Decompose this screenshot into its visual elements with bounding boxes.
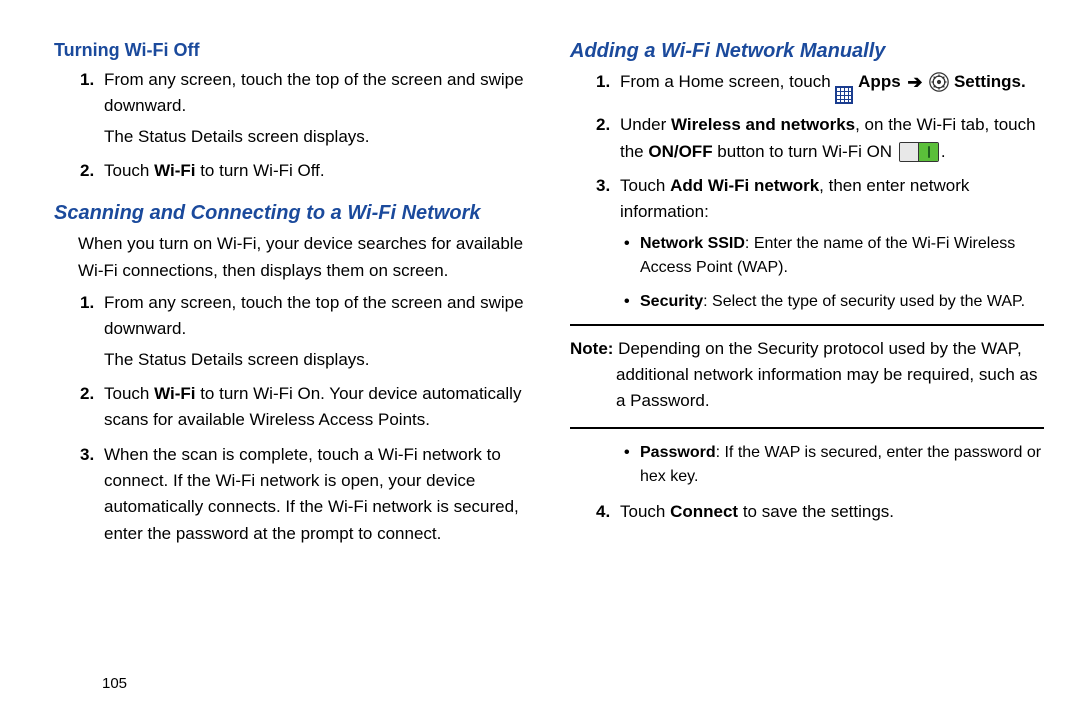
connect-label: Connect xyxy=(670,502,738,521)
heading-turning-wifi-off: Turning Wi-Fi Off xyxy=(54,40,528,61)
t-a: Touch xyxy=(620,502,670,521)
step-1: From any screen, touch the top of the sc… xyxy=(104,290,528,373)
step-text: From any screen, touch the top of the sc… xyxy=(104,70,524,115)
settings-label: Settings. xyxy=(954,72,1026,91)
onoff-label: ON/OFF xyxy=(648,142,712,161)
step-3: Touch Add Wi-Fi network, then enter netw… xyxy=(620,173,1044,314)
t-a: Touch xyxy=(620,176,670,195)
step-4: Touch Connect to save the settings. xyxy=(620,499,1044,525)
step-1: From any screen, touch the top of the sc… xyxy=(104,67,528,150)
step-text-a: Touch xyxy=(104,384,154,403)
wifi-label: Wi-Fi xyxy=(154,161,195,180)
heading-scanning: Scanning and Connecting to a Wi-Fi Netwo… xyxy=(54,202,528,225)
ssid-label: Network SSID xyxy=(640,235,745,252)
t-a: Under xyxy=(620,115,671,134)
t-c: to save the settings. xyxy=(738,502,894,521)
steps-turning-off: From any screen, touch the top of the sc… xyxy=(54,67,528,184)
note-body: Depending on the Security protocol used … xyxy=(613,339,1037,411)
step-text-c: to turn Wi-Fi Off. xyxy=(195,161,324,180)
step-1: From a Home screen, touch Apps ➔ Setting… xyxy=(620,69,1044,104)
left-column: Turning Wi-Fi Off From any screen, touch… xyxy=(54,40,528,555)
note-label: Note: xyxy=(570,339,613,358)
wifi-label: Wi-Fi xyxy=(154,384,195,403)
apps-label: Apps xyxy=(858,72,905,91)
network-info-bullets: Network SSID: Enter the name of the Wi-F… xyxy=(620,232,1044,314)
step-2: Under Wireless and networks, on the Wi-F… xyxy=(620,112,1044,165)
two-column-layout: Turning Wi-Fi Off From any screen, touch… xyxy=(54,40,1044,555)
security-label: Security xyxy=(640,293,703,310)
bullet-ssid: Network SSID: Enter the name of the Wi-F… xyxy=(640,232,1044,280)
t-e: button to turn Wi-Fi ON xyxy=(713,142,897,161)
add-wifi-network-label: Add Wi-Fi network xyxy=(670,176,819,195)
step-2: Touch Wi-Fi to turn Wi-Fi Off. xyxy=(104,158,528,184)
step-text: When the scan is complete, touch a Wi-Fi… xyxy=(104,445,519,543)
heading-adding-manually: Adding a Wi-Fi Network Manually xyxy=(570,40,1044,63)
step-text-a: From a Home screen, touch xyxy=(620,72,835,91)
steps-adding-cont: Touch Connect to save the settings. xyxy=(570,499,1044,525)
bullet-security: Security: Select the type of security us… xyxy=(640,290,1044,314)
step-sub: The Status Details screen displays. xyxy=(104,347,528,373)
security-desc: : Select the type of security used by th… xyxy=(703,293,1025,310)
password-bullet-list: Password: If the WAP is secured, enter t… xyxy=(570,441,1044,489)
step-sub: The Status Details screen displays. xyxy=(104,124,528,150)
step-text-a: Touch xyxy=(104,161,154,180)
note-block: Note: Depending on the Security protocol… xyxy=(570,324,1044,429)
password-label: Password xyxy=(640,444,716,461)
steps-adding: From a Home screen, touch Apps ➔ Setting… xyxy=(570,69,1044,314)
scan-intro: When you turn on Wi-Fi, your device sear… xyxy=(78,231,528,284)
arrow-icon: ➔ xyxy=(907,69,922,97)
step-text: From any screen, touch the top of the sc… xyxy=(104,293,524,338)
step-3: When the scan is complete, touch a Wi-Fi… xyxy=(104,442,528,547)
steps-scanning: From any screen, touch the top of the sc… xyxy=(54,290,528,547)
step-2: Touch Wi-Fi to turn Wi-Fi On. Your devic… xyxy=(104,381,528,434)
t-f: . xyxy=(941,142,946,161)
apps-icon xyxy=(835,86,853,104)
manual-page: Turning Wi-Fi Off From any screen, touch… xyxy=(0,0,1080,720)
page-number: 105 xyxy=(102,675,127,692)
right-column: Adding a Wi-Fi Network Manually From a H… xyxy=(570,40,1044,555)
toggle-on-icon xyxy=(899,142,939,162)
wireless-networks-label: Wireless and networks xyxy=(671,115,855,134)
gear-icon xyxy=(929,72,949,92)
bullet-password: Password: If the WAP is secured, enter t… xyxy=(640,441,1044,489)
